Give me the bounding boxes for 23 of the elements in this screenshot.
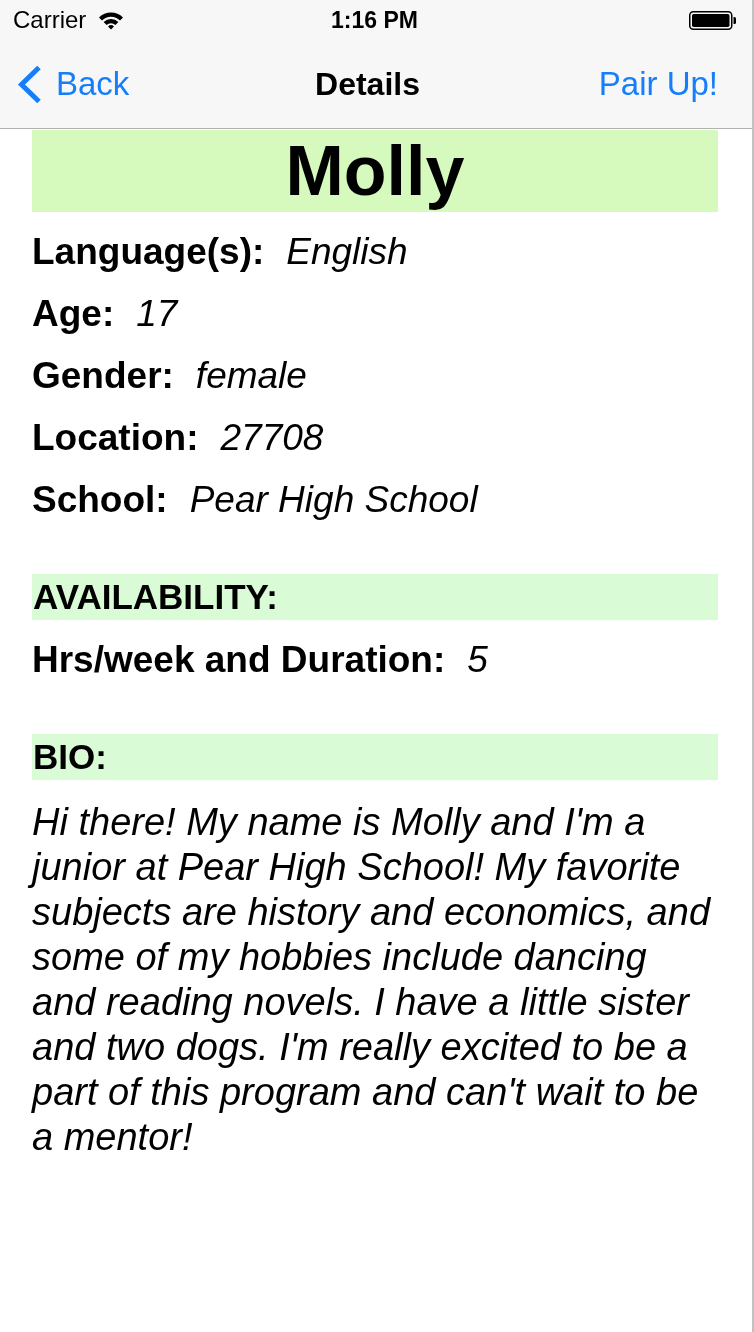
profile-name: Molly: [32, 130, 718, 212]
back-button[interactable]: Back: [17, 64, 130, 104]
section-heading: BIO:: [32, 734, 718, 780]
chevron-left-icon: [17, 64, 42, 104]
carrier-label: Carrier: [13, 6, 87, 34]
field-label: Gender:: [32, 355, 174, 397]
field-value: 17: [136, 293, 178, 335]
field-value: female: [195, 355, 307, 397]
section-heading: AVAILABILITY:: [32, 574, 718, 620]
field-label: Language(s):: [32, 231, 265, 273]
field-label: School:: [32, 479, 168, 521]
field-value: English: [286, 231, 408, 273]
field-value: 27708: [220, 417, 324, 459]
field-label: Hrs/week and Duration:: [32, 639, 446, 681]
pair-up-button[interactable]: Pair Up!: [598, 65, 718, 103]
field-label: Location:: [32, 417, 199, 459]
status-time: 1:16 PM: [331, 6, 418, 34]
wifi-icon: [98, 10, 125, 30]
battery-icon: [689, 10, 736, 30]
field-value: Pear High School: [189, 479, 478, 521]
nav-title: Details: [315, 65, 420, 103]
field-value: 5: [467, 639, 488, 681]
field-label: Age:: [32, 293, 115, 335]
